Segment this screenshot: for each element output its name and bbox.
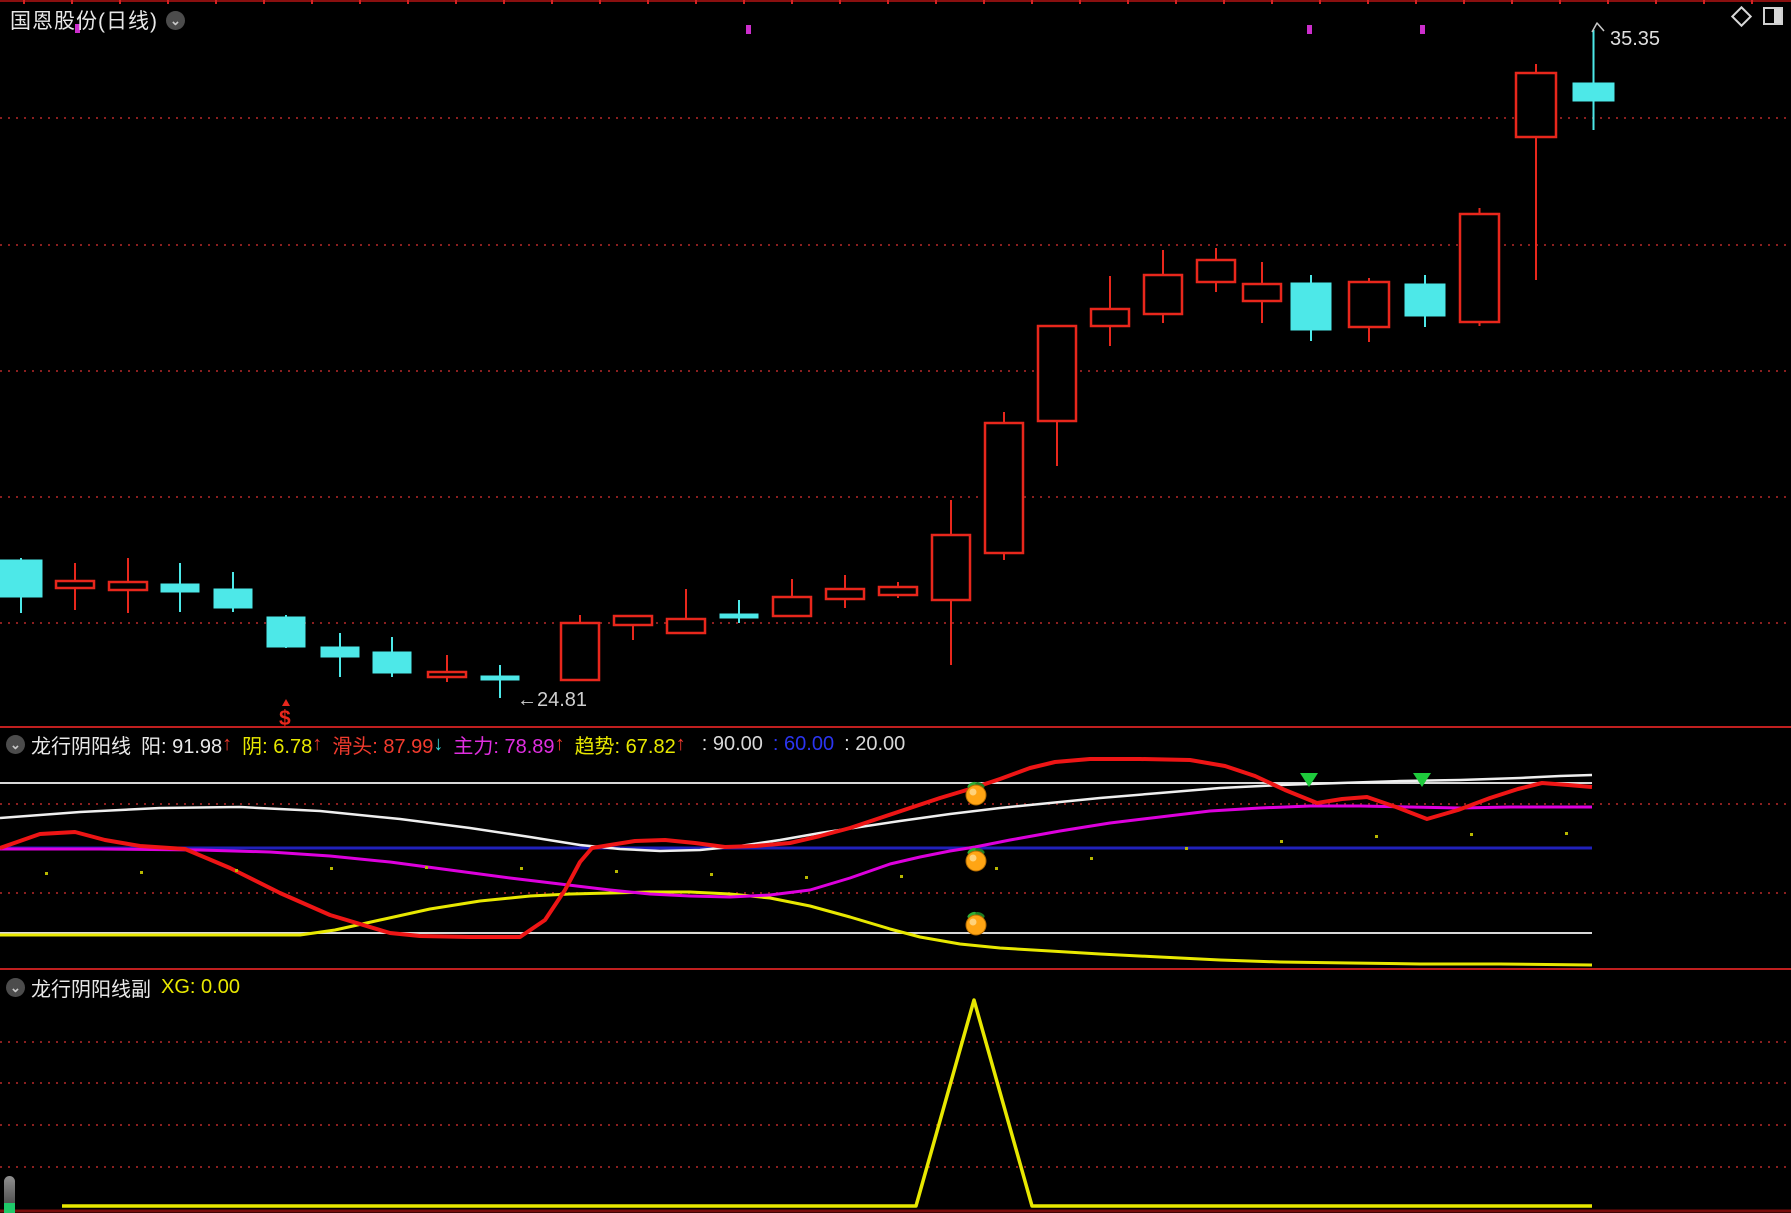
xg-value: XG: 0.00 — [161, 976, 240, 998]
indicator-field: 趋势: 67.82 ↑ — [574, 733, 686, 758]
indicator-field: 主力: 78.89 ↑ — [453, 733, 565, 758]
indicator-field: 阳: 91.98 ↑ — [141, 733, 233, 758]
trading-app-window: ←24.81 35.35 $ 国恩股份(日线) ⌄ ⌄ 龙行阴阳线 阳: 91.98… — [0, 0, 1791, 1213]
diamond-icon[interactable] — [1730, 5, 1753, 27]
stock-title: 国恩股份(日线) — [10, 10, 158, 33]
magenta-dot-markers — [75, 24, 1425, 34]
chevron-down-icon[interactable]: ⌄ — [166, 10, 185, 30]
candlestick-layer — [0, 30, 1615, 698]
level-value: : 90.00 — [701, 733, 763, 755]
indicator-name: 龙行阴阳线副 — [31, 979, 151, 1001]
buy-signal-marker: $ — [279, 699, 291, 730]
xg-spike-curve — [62, 998, 1592, 1208]
panel1-header: ⌄ 龙行阴阳线 阳: 91.98 ↑ 阴: 6.78 ↑ 滑头: 87.99 ↓ 主力: 7… — [6, 730, 915, 759]
chevron-down-icon[interactable]: ⌄ — [6, 735, 25, 754]
indicator-field: 阴: 6.78 ↑ — [242, 733, 323, 758]
main-gridlines — [0, 117, 1791, 624]
panel1-curves — [0, 757, 1593, 967]
panel2-header: ⌄ 龙行阴阳线副 XG: 0.00 — [6, 973, 240, 1002]
panel2-gridlines — [0, 1041, 1791, 1168]
top-border — [0, 0, 1791, 4]
chevron-down-icon[interactable]: ⌄ — [6, 978, 25, 997]
low-price-label: ←24.81 — [517, 689, 587, 711]
chart-canvas[interactable]: ←24.81 35.35 $ — [0, 0, 1791, 1213]
title-bar: 国恩股份(日线) ⌄ — [10, 5, 185, 35]
indicator-name: 龙行阴阳线 — [31, 736, 131, 758]
indicator-values: 阳: 91.98 ↑ 阴: 6.78 ↑ 滑头: 87.99 ↓ 主力: 78.89 ↑ 趋势:… — [141, 730, 696, 759]
scroll-indicator[interactable] — [4, 1176, 15, 1213]
level-value: : 20.00 — [844, 733, 906, 755]
split-layout-icon[interactable] — [1763, 7, 1783, 25]
svg-text:$: $ — [279, 707, 291, 730]
high-price-label: 35.35 — [1591, 22, 1660, 50]
level-value: : 60.00 — [772, 733, 835, 755]
svg-text:←24.81: ←24.81 — [517, 689, 587, 711]
svg-text:35.35: 35.35 — [1610, 28, 1660, 50]
indicator-field: 滑头: 87.99 ↓ — [332, 733, 444, 758]
indicator-levels: : 90.00 : 60.00 : 20.00 — [702, 733, 916, 756]
window-controls — [1730, 5, 1783, 27]
scroll-indicator-green — [4, 1203, 15, 1213]
